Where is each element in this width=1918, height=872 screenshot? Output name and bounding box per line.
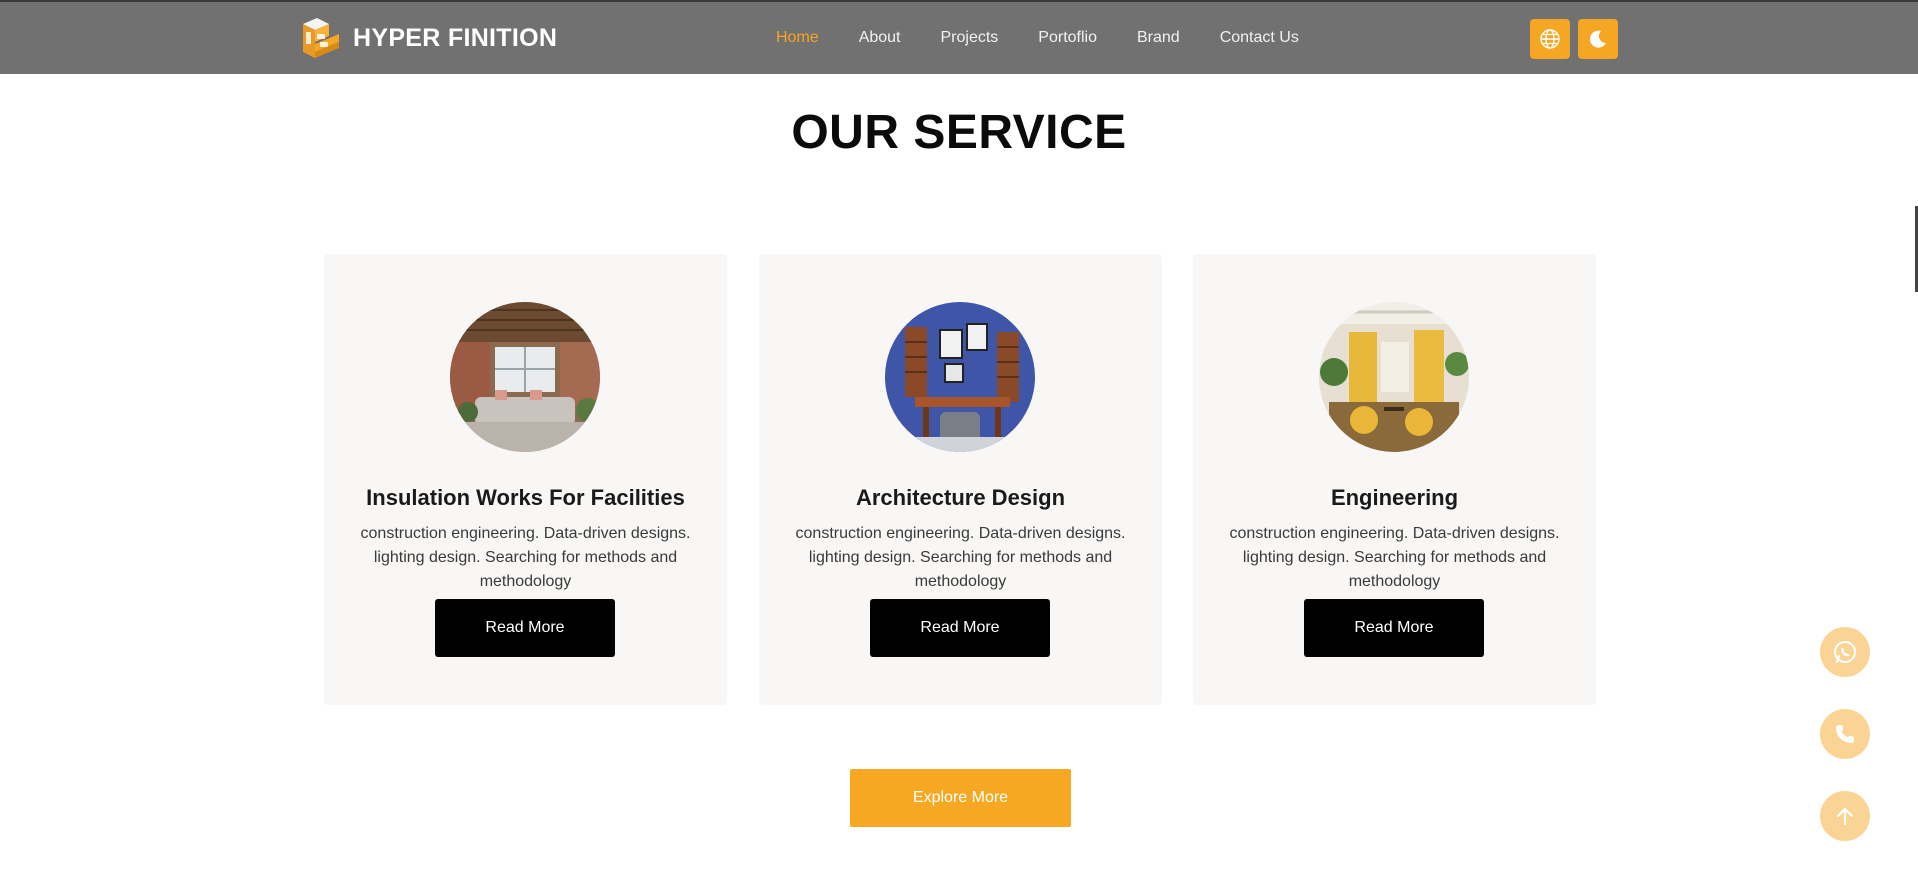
card-title: Insulation Works For Facilities bbox=[366, 485, 685, 510]
nav-brand[interactable]: Brand bbox=[1137, 29, 1180, 47]
nav-projects[interactable]: Projects bbox=[941, 29, 999, 47]
nav-about[interactable]: About bbox=[859, 29, 901, 47]
service-card: Engineering construction engineering. Da… bbox=[1193, 254, 1596, 705]
service-image-restaurant bbox=[1319, 302, 1469, 452]
card-description: construction engineering. Data-driven de… bbox=[1229, 525, 1560, 590]
service-card: Insulation Works For Facilities construc… bbox=[324, 254, 727, 705]
logo-mark-icon bbox=[299, 16, 341, 60]
globe-icon bbox=[1540, 29, 1560, 49]
brand-logo[interactable]: HYPER FINITION bbox=[299, 16, 557, 60]
main-nav: Home About Projects Portoflio Brand Cont… bbox=[776, 29, 1299, 47]
phone-icon bbox=[1836, 725, 1854, 743]
scroll-to-top-button[interactable] bbox=[1820, 791, 1870, 841]
section-title: OUR SERVICE bbox=[791, 106, 1127, 159]
card-description: construction engineering. Data-driven de… bbox=[795, 525, 1126, 590]
moon-icon bbox=[1589, 30, 1606, 48]
nav-portfolio[interactable]: Portoflio bbox=[1038, 29, 1097, 47]
service-image-living-room bbox=[450, 302, 600, 452]
service-card: Architecture Design construction enginee… bbox=[759, 254, 1162, 705]
card-title: Architecture Design bbox=[855, 485, 1066, 510]
arrow-up-icon bbox=[1836, 807, 1854, 826]
site-header: HYPER FINITION Home About Projects Porto… bbox=[0, 0, 1918, 74]
whatsapp-button[interactable] bbox=[1820, 627, 1870, 677]
read-more-button[interactable]: Read More bbox=[435, 599, 615, 657]
service-image-office bbox=[885, 302, 1035, 452]
read-more-button[interactable]: Read More bbox=[870, 599, 1050, 657]
card-title: Engineering bbox=[1330, 485, 1459, 510]
phone-button[interactable] bbox=[1820, 709, 1870, 759]
nav-home[interactable]: Home bbox=[776, 29, 819, 47]
theme-toggle-button[interactable] bbox=[1578, 19, 1618, 59]
read-more-button[interactable]: Read More bbox=[1304, 599, 1484, 657]
card-description: construction engineering. Data-driven de… bbox=[360, 525, 691, 590]
language-button[interactable] bbox=[1530, 19, 1570, 59]
whatsapp-icon bbox=[1834, 641, 1856, 663]
nav-contact-us[interactable]: Contact Us bbox=[1220, 29, 1299, 47]
explore-more-button[interactable]: Explore More bbox=[850, 769, 1071, 827]
brand-name: HYPER FINITION bbox=[353, 23, 558, 52]
